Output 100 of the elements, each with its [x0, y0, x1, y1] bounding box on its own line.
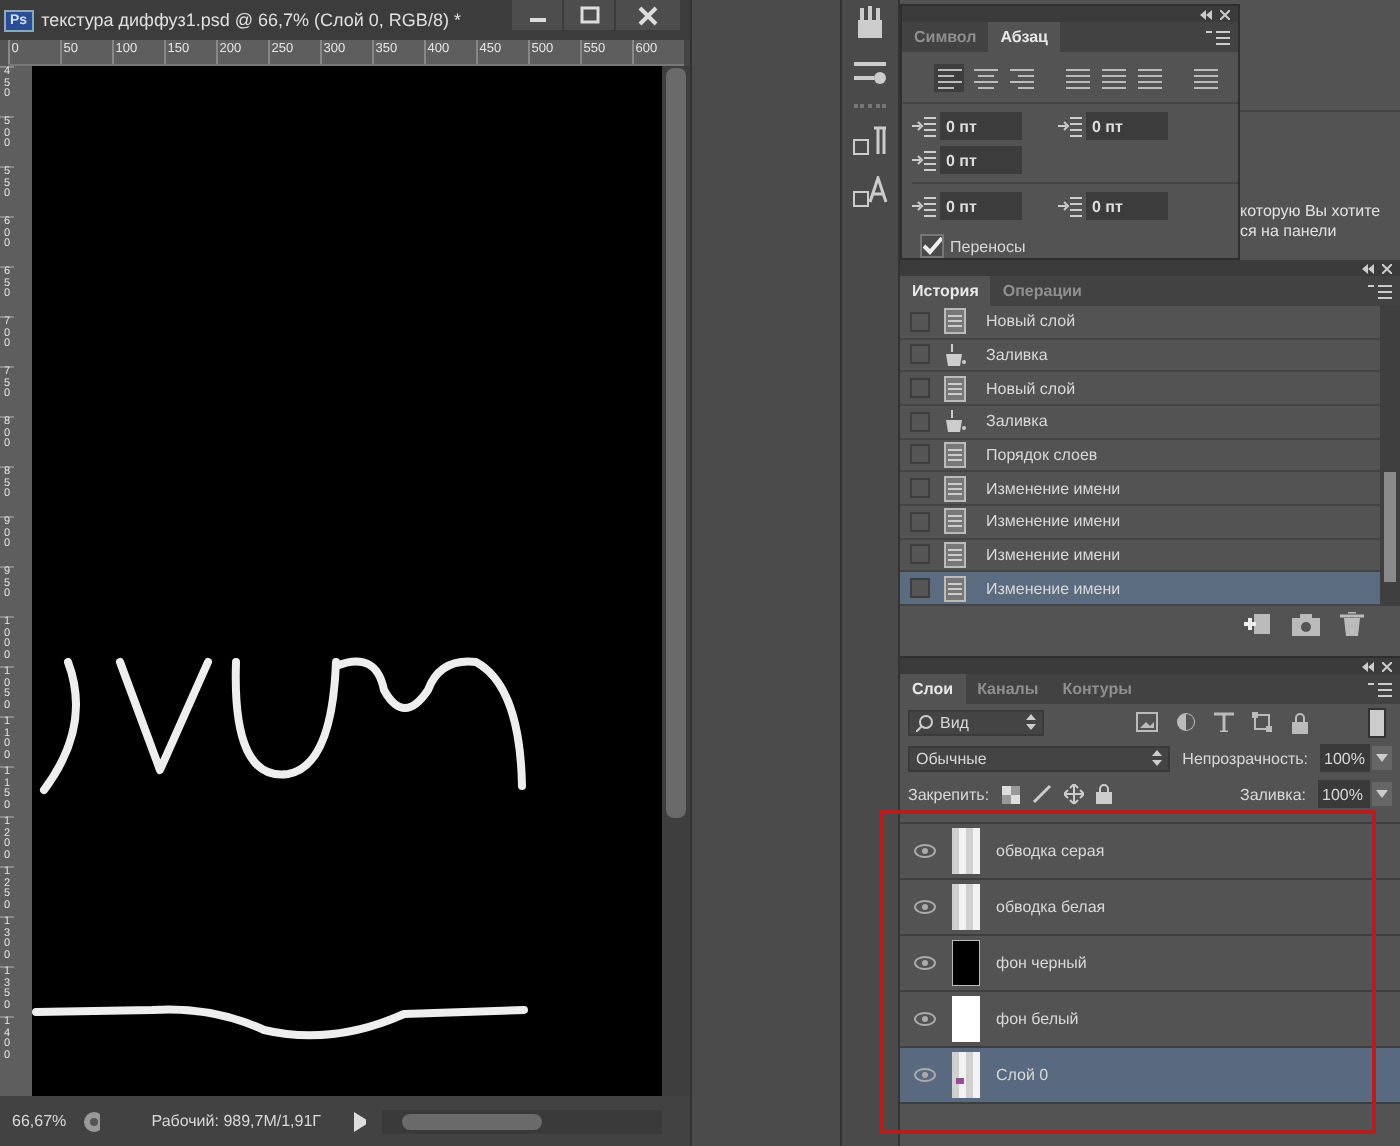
document-icon — [944, 575, 966, 602]
history-item[interactable]: Заливка — [900, 405, 1380, 440]
history-item[interactable]: Изменение имени — [900, 505, 1380, 540]
search-icon — [916, 713, 934, 731]
snapshot-checkbox[interactable] — [910, 578, 930, 599]
snapshot-checkbox[interactable] — [910, 444, 930, 465]
layer-item[interactable]: обводка белая — [900, 880, 1400, 936]
indent-icon — [1058, 115, 1082, 137]
maximize-icon — [579, 5, 599, 25]
align-button[interactable] — [1134, 64, 1164, 92]
checker-icon[interactable] — [1001, 785, 1020, 803]
align-button[interactable] — [1190, 64, 1220, 92]
history-item[interactable]: Заливка — [900, 339, 1380, 373]
snapshot-checkbox[interactable] — [910, 311, 930, 332]
fill-field[interactable]: 100% — [1318, 780, 1370, 808]
align-button[interactable] — [1062, 64, 1092, 92]
vertical-scrollbar[interactable] — [662, 66, 690, 1096]
input-field[interactable]: 0 пт — [1086, 192, 1168, 220]
history-item[interactable]: Новый слой — [900, 306, 1380, 340]
eye-icon[interactable] — [914, 900, 936, 914]
input-field[interactable]: 0 пт — [1086, 112, 1168, 140]
snapshot-checkbox[interactable] — [910, 511, 930, 532]
filter-dropdown[interactable]: Вид — [908, 709, 1044, 735]
maximize-button[interactable] — [564, 0, 614, 30]
checkbox[interactable] — [920, 234, 944, 258]
input-field[interactable]: 0 пт — [940, 192, 1022, 220]
dropdown-button[interactable] — [1372, 746, 1393, 770]
close-icon[interactable] — [1382, 263, 1392, 273]
brush-icon[interactable] — [1031, 784, 1052, 804]
horizontal-scrollbar[interactable] — [382, 1109, 662, 1133]
dropdown-button[interactable] — [1372, 782, 1392, 806]
sliders-icon[interactable] — [852, 58, 889, 86]
close-icon[interactable] — [1382, 661, 1392, 671]
lock-icon[interactable] — [1095, 784, 1112, 804]
opacity-label: Непрозрачность: — [1182, 749, 1309, 767]
snapshot-checkbox[interactable] — [910, 411, 930, 432]
panel-tab[interactable]: История — [900, 276, 991, 306]
info-icon[interactable] — [82, 1109, 100, 1133]
eye-icon[interactable] — [914, 1068, 936, 1082]
history-item[interactable]: Изменение имени — [900, 572, 1380, 606]
panel-tab[interactable]: Операции — [990, 276, 1094, 306]
snapshot-checkbox[interactable] — [910, 478, 930, 499]
history-item[interactable]: Новый слой — [900, 372, 1380, 406]
eye-icon[interactable] — [914, 1012, 936, 1026]
play-icon[interactable] — [354, 1111, 366, 1131]
paint-bucket-icon — [944, 408, 966, 435]
blend-mode-dropdown[interactable]: Обычные — [908, 745, 1171, 771]
new-document-icon[interactable] — [1244, 611, 1272, 635]
layer-thumbnail — [952, 884, 980, 930]
close-button[interactable] — [616, 0, 680, 30]
text-icon[interactable] — [1214, 712, 1234, 732]
minimize-icon — [529, 18, 545, 22]
document-icon — [944, 508, 966, 535]
minimize-button[interactable] — [512, 0, 562, 30]
circle-half-icon[interactable] — [1176, 712, 1196, 732]
layer-item[interactable]: Слой 0 — [900, 1048, 1400, 1104]
camera-icon[interactable] — [1292, 611, 1320, 635]
lock-icon[interactable] — [1290, 711, 1310, 733]
panel-tab[interactable]: Слои — [900, 674, 966, 704]
indent-icon — [1058, 195, 1082, 217]
align-button[interactable] — [970, 64, 1000, 92]
image-icon[interactable] — [1136, 712, 1158, 732]
align-button[interactable] — [1006, 64, 1036, 92]
opacity-field[interactable]: 100% — [1320, 744, 1371, 772]
close-icon[interactable] — [1220, 9, 1230, 19]
panel-tab[interactable]: Каналы — [965, 674, 1051, 704]
paint-bucket-icon — [944, 341, 966, 368]
character-style-icon[interactable] — [852, 176, 889, 208]
menu-icon[interactable] — [1206, 29, 1230, 45]
eye-icon[interactable] — [914, 844, 936, 858]
filter-toggle[interactable] — [1368, 707, 1386, 737]
hint-text: которую Вы хотите — [1240, 202, 1383, 222]
move-icon[interactable] — [1063, 784, 1084, 804]
layer-thumbnail — [952, 1052, 980, 1098]
hint-text: ся на панели — [1240, 222, 1339, 242]
stepper-icon — [1026, 714, 1036, 730]
layer-item[interactable]: фон черный — [900, 936, 1400, 992]
panel-tab[interactable]: Контуры — [1050, 674, 1144, 704]
menu-icon[interactable] — [1368, 283, 1392, 299]
transform-icon[interactable] — [1252, 712, 1272, 732]
input-field[interactable]: 0 пт — [940, 146, 1022, 174]
eye-icon[interactable] — [914, 956, 936, 970]
indent-icon — [912, 115, 936, 137]
history-item[interactable]: Изменение имени — [900, 472, 1380, 506]
indent-icon — [912, 149, 936, 171]
trash-icon[interactable] — [1340, 611, 1364, 635]
layer-item[interactable]: обводка серая — [900, 824, 1400, 880]
align-button[interactable] — [934, 64, 964, 92]
snapshot-checkbox[interactable] — [910, 378, 930, 399]
align-button[interactable] — [1098, 64, 1128, 92]
paragraph-style-icon[interactable] — [852, 126, 889, 158]
snapshot-checkbox[interactable] — [910, 544, 930, 565]
panel-tab[interactable]: Абзац — [988, 22, 1060, 52]
history-scrollbar[interactable] — [1380, 306, 1400, 606]
document-icon — [944, 308, 966, 335]
panel-tab[interactable]: Символ — [902, 22, 989, 52]
menu-icon[interactable] — [1368, 681, 1392, 697]
input-field[interactable]: 0 пт — [940, 112, 1022, 140]
snapshot-checkbox[interactable] — [910, 344, 930, 365]
history-item[interactable]: Порядок слоев — [900, 439, 1380, 473]
